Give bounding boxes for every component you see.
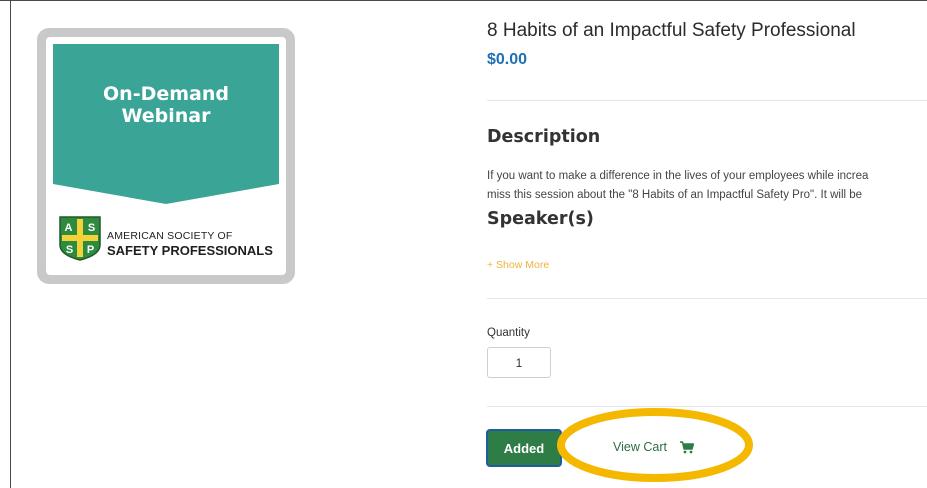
show-more-link[interactable]: + Show More bbox=[487, 259, 549, 271]
description-line-1: If you want to make a difference in the … bbox=[487, 170, 869, 182]
description-line-2: miss this session about the "8 Habits of… bbox=[487, 189, 863, 201]
product-image: On-Demand Webinar A S S P AMERICAN SOCIE… bbox=[37, 28, 295, 284]
banner-line-1: On-Demand bbox=[103, 83, 229, 105]
view-cart-link[interactable]: View Cart bbox=[613, 440, 667, 454]
org-name-line-1: AMERICAN SOCIETY OF bbox=[107, 230, 233, 242]
assp-logo: A S S P bbox=[59, 216, 101, 261]
quantity-input[interactable] bbox=[487, 347, 551, 378]
banner-line-2: Webinar bbox=[121, 105, 211, 127]
added-button[interactable]: Added bbox=[486, 429, 562, 467]
product-image-inner: On-Demand Webinar A S S P AMERICAN SOCIE… bbox=[46, 37, 286, 275]
logo-letter-s2: S bbox=[66, 244, 73, 256]
banner-text: On-Demand Webinar bbox=[53, 83, 279, 127]
shopping-cart-icon[interactable] bbox=[680, 441, 694, 454]
org-name-line-2: SAFETY PROFESSIONALS bbox=[107, 243, 273, 258]
window-border-left bbox=[10, 0, 11, 488]
divider bbox=[487, 100, 927, 101]
logo-letter-p: P bbox=[87, 244, 94, 256]
window-border-top bbox=[0, 0, 927, 1]
quantity-label: Quantity bbox=[487, 327, 530, 339]
divider bbox=[487, 298, 927, 299]
logo-letter-s1: S bbox=[88, 222, 95, 234]
description-heading: Description bbox=[487, 127, 601, 147]
product-price: $0.00 bbox=[487, 51, 528, 68]
divider bbox=[487, 406, 927, 407]
logo-letter-a: A bbox=[65, 222, 73, 234]
product-title: 8 Habits of an Impactful Safety Professi… bbox=[487, 20, 856, 41]
speakers-heading: Speaker(s) bbox=[487, 209, 594, 229]
